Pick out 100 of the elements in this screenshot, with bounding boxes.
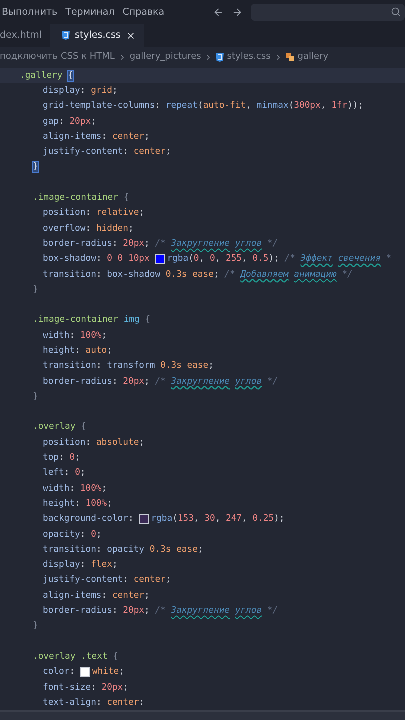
code-token: ; (166, 575, 172, 586)
code-token: box-shadow (43, 254, 96, 264)
code-token: , (246, 101, 252, 112)
code-token: : (155, 101, 162, 112)
code-token: )); (348, 101, 364, 112)
brace: } (33, 162, 38, 172)
brace: } (33, 284, 38, 295)
code-token: 255 (226, 254, 242, 264)
code-token: 0.3s (160, 361, 182, 372)
code-token: ; (214, 270, 220, 280)
code-token: .gallery (20, 70, 63, 81)
code-token: ; (96, 530, 102, 540)
code-token: ( (198, 101, 204, 112)
code-token: gap (43, 116, 60, 127)
code-token: ; (80, 468, 86, 478)
code-token: white (92, 667, 120, 678)
menu-item[interactable]: Справка (122, 6, 165, 18)
code-token: */ (266, 238, 278, 249)
forward-icon[interactable] (232, 6, 243, 18)
code-token: 300px (294, 101, 321, 112)
code-token: /* (224, 270, 236, 280)
code-token: box-shadow (107, 270, 161, 280)
code-token: */ (266, 606, 278, 616)
code-token: border-radius (43, 238, 112, 249)
code-token: ; (144, 132, 150, 142)
breadcrumb-item[interactable]: gallery (298, 52, 329, 62)
code-token: ; (144, 238, 151, 249)
code-token: ease (187, 361, 209, 372)
code-token: ( (188, 254, 194, 264)
code-token: center (107, 698, 140, 708)
code-token: /* (155, 606, 167, 616)
code-token: ( (288, 101, 294, 112)
code-token: .overlay .text (33, 652, 108, 662)
code-token: ; (112, 86, 118, 96)
code-token: hidden (96, 224, 128, 234)
menu-item[interactable]: Выполнить (2, 6, 58, 18)
code-token: absolute (96, 438, 140, 448)
css-file-icon (62, 31, 70, 40)
code-token: width (43, 484, 70, 494)
brace: } (33, 621, 38, 632)
code-token: ; (119, 667, 124, 678)
breadcrumb-item[interactable]: gallery_pictures (130, 52, 202, 62)
code-token: left (43, 468, 64, 478)
code-token: ; (107, 346, 112, 356)
code-token: .image-container (33, 193, 118, 204)
editor-tab[interactable]: dex.html (0, 24, 50, 47)
code-token: display (43, 560, 80, 570)
code-token: ; (208, 361, 214, 372)
code-token: /* (155, 376, 167, 387)
code-token: ; (139, 208, 145, 218)
selector-icon (286, 52, 295, 62)
code-token: углов (235, 606, 262, 616)
code-token: ; (198, 544, 204, 555)
back-icon[interactable] (212, 6, 224, 18)
menu-item[interactable]: Терминал (66, 6, 115, 18)
code-token: font-size (43, 682, 92, 693)
code-token: text-align (43, 698, 96, 708)
close-icon[interactable] (126, 30, 136, 40)
code-token: background-color (43, 514, 128, 524)
code-token: углов (235, 238, 262, 249)
code-token: justify-content (43, 147, 124, 158)
code-token: 153 (178, 514, 194, 524)
search-field[interactable] (250, 4, 405, 20)
code-token: ; (107, 498, 112, 509)
code-token: ( (172, 514, 178, 524)
brace: { (81, 422, 86, 432)
code-token: , (194, 514, 200, 524)
code-token: 0 0 10px (107, 254, 150, 264)
breadcrumb-item[interactable]: подключить CSS к HTML (0, 52, 115, 62)
code-token: : (80, 560, 87, 570)
code-token: : (86, 438, 92, 448)
code-token: свечения (338, 254, 381, 264)
code-token: : (96, 254, 103, 264)
editor-tab[interactable]: styles.css (50, 24, 144, 47)
code-token: ; (112, 560, 118, 570)
code-token: grid (91, 86, 112, 96)
code-token: 0.5 (252, 254, 269, 264)
code-token: : (123, 575, 130, 586)
code-token: ease (176, 544, 198, 555)
code-token: rgba (151, 514, 173, 524)
code-token: ease (192, 270, 214, 280)
code-token: : (96, 544, 103, 555)
code-token: , (320, 101, 328, 112)
code-token: : (139, 698, 145, 708)
code-token: ; (144, 590, 150, 601)
code-token: : (128, 514, 135, 524)
code-token: */ (341, 270, 353, 280)
breadcrumb-item[interactable]: styles.css (227, 52, 271, 62)
code-token: opacity (107, 544, 145, 555)
code-token: /* (155, 238, 167, 249)
code-token: : (96, 698, 103, 708)
code-token: auto-fit (203, 101, 246, 112)
brace: { (145, 315, 151, 326)
code-token: ; (144, 376, 151, 387)
brace: { (124, 193, 130, 204)
code-token: , (215, 514, 222, 524)
code-token: repeat (166, 101, 198, 112)
tab-label: styles.css (75, 30, 121, 41)
code-token: ; (139, 438, 145, 448)
code-token: center (112, 590, 145, 601)
